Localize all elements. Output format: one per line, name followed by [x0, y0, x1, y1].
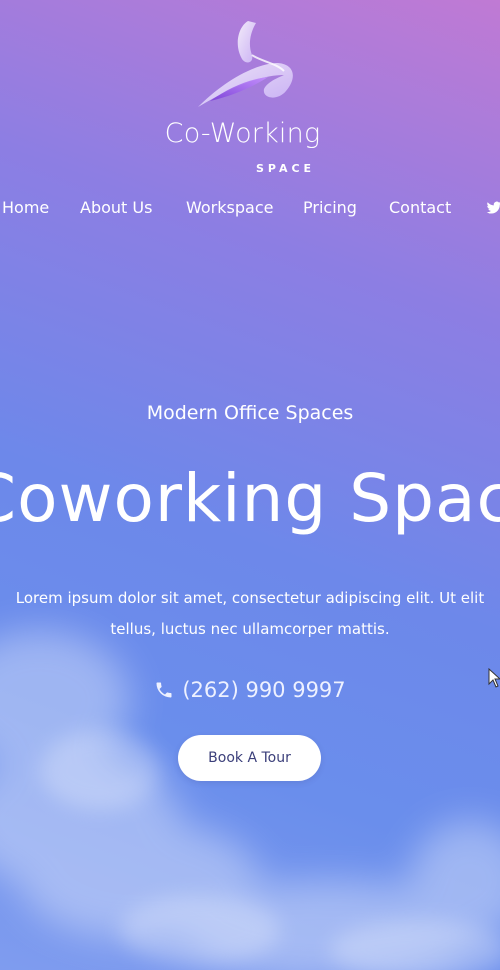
- nav-item-contact[interactable]: Contact: [389, 198, 451, 217]
- hero-description-line-1: Lorem ipsum dolor sit amet, consectetur …: [15, 589, 485, 607]
- twitter-icon[interactable]: [486, 200, 500, 216]
- nav-item-about-us[interactable]: About Us: [80, 198, 152, 217]
- nav-item-workspace[interactable]: Workspace: [186, 198, 273, 217]
- hero-description-line-2: tellus, luctus nec ullamcorper mattis.: [110, 620, 390, 638]
- phone-link[interactable]: (262) 990 9997: [0, 678, 500, 702]
- hero-kicker: Modern Office Spaces: [146, 402, 354, 424]
- hero-section: Co-Working SPACE Home About Us Workspace…: [0, 0, 500, 970]
- main-nav: Home About Us Workspace Pricing Contact: [0, 198, 500, 222]
- phone-icon: [156, 682, 172, 698]
- mouse-cursor-icon: [488, 668, 500, 688]
- hero-headline: Coworking Space: [0, 460, 500, 537]
- brand-title: Co-Working: [164, 118, 321, 149]
- book-a-tour-button[interactable]: Book A Tour: [178, 735, 321, 781]
- brand-subtitle: SPACE: [256, 162, 316, 175]
- nav-item-home[interactable]: Home: [2, 198, 49, 217]
- phone-number: (262) 990 9997: [182, 678, 346, 702]
- abstract-swirl-logo-icon: [198, 21, 293, 107]
- brand-logo[interactable]: Co-Working SPACE: [160, 10, 340, 175]
- nav-item-pricing[interactable]: Pricing: [303, 198, 357, 217]
- hero-description: Lorem ipsum dolor sit amet, consectetur …: [0, 583, 500, 645]
